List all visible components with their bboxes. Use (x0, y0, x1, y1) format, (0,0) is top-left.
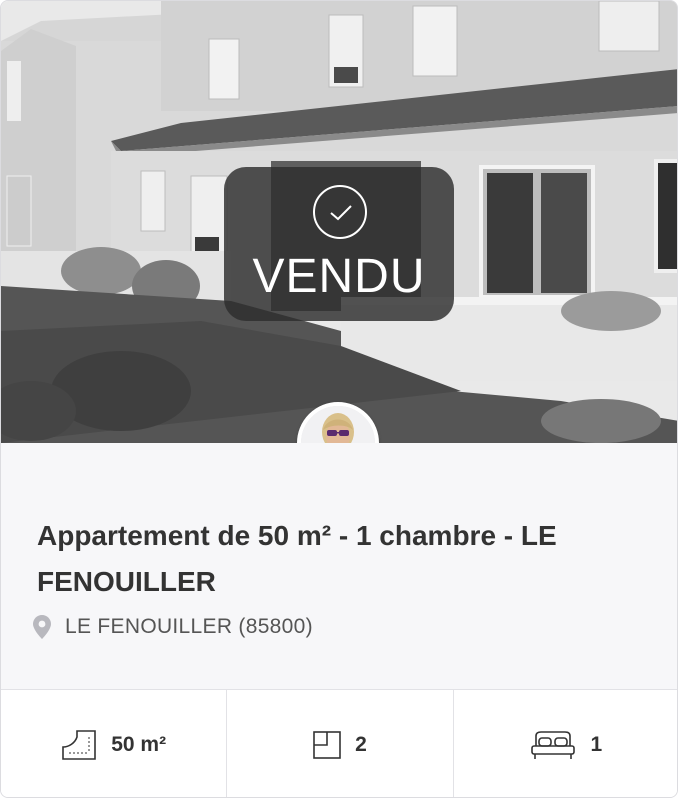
floor-plan-icon (313, 730, 341, 759)
location-text: LE FENOUILLER (85800) (65, 615, 313, 638)
rooms-value: 2 (355, 732, 367, 756)
property-photo[interactable]: VENDU (1, 1, 677, 443)
property-card[interactable]: VENDU Appartement de 50 m² - 1 chambre -… (0, 0, 678, 798)
sold-overlay: VENDU (224, 167, 454, 321)
feature-bedrooms: 1 (454, 690, 677, 797)
surface-value: 50 m² (111, 732, 167, 756)
feature-surface: 50 m² (1, 690, 228, 797)
bedrooms-value: 1 (590, 732, 603, 756)
feature-rooms: 2 (227, 690, 454, 797)
listing-title[interactable]: Appartement de 50 m² - 1 chambre - LE FE… (37, 513, 657, 605)
listing-location: LE FENOUILLER (85800) (33, 613, 313, 641)
sold-label: VENDU (252, 250, 426, 303)
bed-icon (531, 730, 576, 759)
features-bar: 50 m² 2 1 (1, 689, 677, 797)
check-circle-icon (313, 185, 367, 239)
listing-info: Appartement de 50 m² - 1 chambre - LE FE… (1, 443, 677, 689)
map-pin-icon (33, 615, 51, 639)
surface-area-icon (62, 729, 97, 760)
